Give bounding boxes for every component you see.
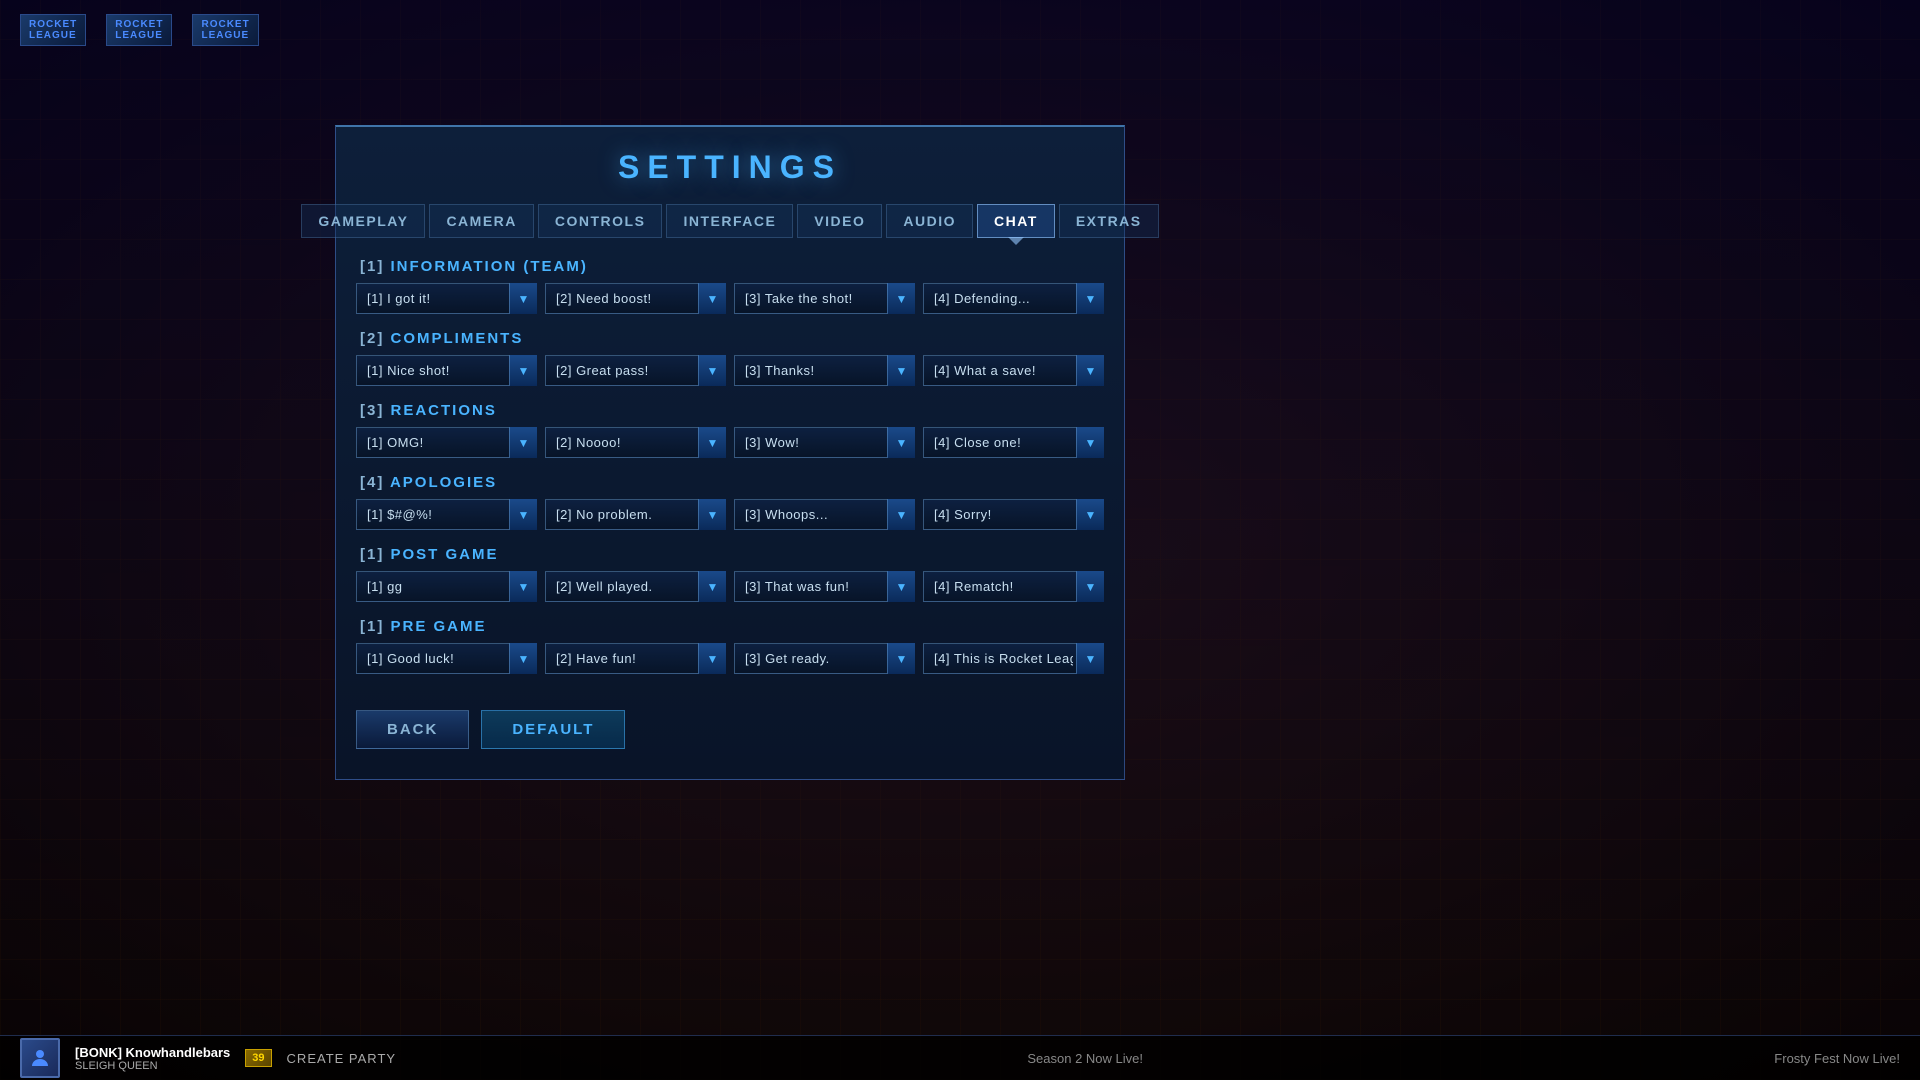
pre-dropdown-2-wrap: [2] Have fun! [2] Good luck! [2] Get rea… [545,643,726,674]
content-area: [1] INFORMATION (TEAM) [1] I got it! [1]… [336,258,1124,674]
tabs-container: GAMEPLAY CAMERA CONTROLS INTERFACE VIDEO… [336,204,1124,258]
player-subtitle: SLEIGH QUEEN [75,1060,230,1072]
apol-dropdown-1[interactable]: [1] $#@%! [1] No problem. [1] Whoops... … [356,499,537,530]
post-dropdown-4[interactable]: [4] Rematch! [4] gg [4] Well played. [4]… [923,571,1104,602]
comp-dropdowns: [1] Nice shot! [1] Great pass! [1] Thank… [356,355,1104,386]
create-party-button[interactable]: CREATE PARTY [287,1051,397,1066]
dialog-buttons: BACK DEFAULT [336,690,1124,749]
pre-dropdown-1-wrap: [1] Good luck! [1] Have fun! [1] Get rea… [356,643,537,674]
section-title-compliments: [2] COMPLIMENTS [356,330,1104,347]
pre-dropdown-3-wrap: [3] Get ready. [3] Good luck! [3] Have f… [734,643,915,674]
apol-dropdowns: [1] $#@%! [1] No problem. [1] Whoops... … [356,499,1104,530]
tab-interface[interactable]: INTERFACE [666,204,793,238]
react-dropdown-3[interactable]: [3] Wow! [3] OMG! [3] Noooo! [3] Close o… [734,427,915,458]
comp-dropdown-3[interactable]: [3] Thanks! [3] Nice shot! [3] Great pas… [734,355,915,386]
apol-dropdown-4-wrap: [4] Sorry! [4] $#@%! [4] No problem. [4]… [923,499,1104,530]
settings-dialog: SETTINGS GAMEPLAY CAMERA CONTROLS INTERF… [335,125,1125,780]
comp-dropdown-2-wrap: [2] Great pass! [2] Nice shot! [2] Thank… [545,355,726,386]
tab-controls[interactable]: CONTROLS [538,204,663,238]
apol-dropdown-2-wrap: [2] No problem. [2] $#@%! [2] Whoops... … [545,499,726,530]
pre-dropdown-1[interactable]: [1] Good luck! [1] Have fun! [1] Get rea… [356,643,537,674]
post-dropdown-2-wrap: [2] Well played. [2] gg [2] That was fun… [545,571,726,602]
info-dropdown-3-wrap: [3] Take the shot! [3] I got it! [3] Nee… [734,283,915,314]
logo-badge-2: ROCKETLEAGUE [106,14,172,46]
section-reactions: [3] REACTIONS [1] OMG! [1] Noooo! [1] Wo… [356,402,1104,458]
apol-dropdown-4[interactable]: [4] Sorry! [4] $#@%! [4] No problem. [4]… [923,499,1104,530]
post-dropdown-3-wrap: [3] That was fun! [3] gg [3] Well played… [734,571,915,602]
react-dropdowns: [1] OMG! [1] Noooo! [1] Wow! [1] Close o… [356,427,1104,458]
info-dropdown-2-wrap: [2] Need boost! [2] I got it! [2] Take t… [545,283,726,314]
tab-chat[interactable]: CHAT [977,204,1055,238]
apol-dropdown-2[interactable]: [2] No problem. [2] $#@%! [2] Whoops... … [545,499,726,530]
logo-badge-1: ROCKETLEAGUE [20,14,86,46]
apol-dropdown-1-wrap: [1] $#@%! [1] No problem. [1] Whoops... … [356,499,537,530]
section-title-information: [1] INFORMATION (TEAM) [356,258,1104,275]
comp-dropdown-3-wrap: [3] Thanks! [3] Nice shot! [3] Great pas… [734,355,915,386]
section-apologies: [4] APOLOGIES [1] $#@%! [1] No problem. … [356,474,1104,530]
info-dropdowns: [1] I got it! [1] Incoming! [1] Take the… [356,283,1104,314]
info-dropdown-4-wrap: [4] Defending... [4] I got it! [4] Need … [923,283,1104,314]
section-compliments: [2] COMPLIMENTS [1] Nice shot! [1] Great… [356,330,1104,386]
season-text: Season 2 Now Live! [1027,1051,1143,1066]
info-dropdown-3[interactable]: [3] Take the shot! [3] I got it! [3] Nee… [734,283,915,314]
frosty-text: Frosty Fest Now Live! [1774,1051,1900,1066]
comp-dropdown-4[interactable]: [4] What a save! [4] Nice shot! [4] Grea… [923,355,1104,386]
tab-audio[interactable]: AUDIO [886,204,973,238]
pre-dropdown-2[interactable]: [2] Have fun! [2] Good luck! [2] Get rea… [545,643,726,674]
bottom-left: [BONK] Knowhandlebars SLEIGH QUEEN 39 CR… [20,1038,396,1078]
player-level: 39 [245,1049,271,1067]
comp-dropdown-1-wrap: [1] Nice shot! [1] Great pass! [1] Thank… [356,355,537,386]
info-dropdown-2[interactable]: [2] Need boost! [2] I got it! [2] Take t… [545,283,726,314]
player-info: [BONK] Knowhandlebars SLEIGH QUEEN [75,1045,230,1072]
post-dropdown-1-wrap: [1] gg [1] Well played. [1] That was fun… [356,571,537,602]
post-dropdown-1[interactable]: [1] gg [1] Well played. [1] That was fun… [356,571,537,602]
player-avatar [20,1038,60,1078]
react-dropdown-4-wrap: [4] Close one! [4] OMG! [4] Noooo! [4] W… [923,427,1104,458]
pre-dropdown-3[interactable]: [3] Get ready. [3] Good luck! [3] Have f… [734,643,915,674]
tab-video[interactable]: VIDEO [797,204,882,238]
logo-badge-3: ROCKETLEAGUE [192,14,258,46]
react-dropdown-2-wrap: [2] Noooo! [2] OMG! [2] Wow! [2] Close o… [545,427,726,458]
section-title-pre-game: [1] PRE GAME [356,618,1104,635]
info-dropdown-1-wrap: [1] I got it! [1] Incoming! [1] Take the… [356,283,537,314]
dialog-title: SETTINGS [336,127,1124,204]
apol-dropdown-3-wrap: [3] Whoops... [3] $#@%! [3] No problem. … [734,499,915,530]
tab-camera[interactable]: CAMERA [429,204,533,238]
react-dropdown-3-wrap: [3] Wow! [3] OMG! [3] Noooo! [3] Close o… [734,427,915,458]
pre-dropdowns: [1] Good luck! [1] Have fun! [1] Get rea… [356,643,1104,674]
section-information-team: [1] INFORMATION (TEAM) [1] I got it! [1]… [356,258,1104,314]
section-title-post-game: [1] POST GAME [356,546,1104,563]
tab-gameplay[interactable]: GAMEPLAY [301,204,425,238]
pre-dropdown-4[interactable]: [4] This is Rocket League! [4] Good luck… [923,643,1104,674]
comp-dropdown-4-wrap: [4] What a save! [4] Nice shot! [4] Grea… [923,355,1104,386]
top-bar: ROCKETLEAGUE ROCKETLEAGUE ROCKETLEAGUE [0,0,1920,60]
comp-dropdown-2[interactable]: [2] Great pass! [2] Nice shot! [2] Thank… [545,355,726,386]
post-dropdown-2[interactable]: [2] Well played. [2] gg [2] That was fun… [545,571,726,602]
react-dropdown-4[interactable]: [4] Close one! [4] OMG! [4] Noooo! [4] W… [923,427,1104,458]
info-dropdown-1[interactable]: [1] I got it! [1] Incoming! [1] Take the… [356,283,537,314]
section-pre-game: [1] PRE GAME [1] Good luck! [1] Have fun… [356,618,1104,674]
info-dropdown-4[interactable]: [4] Defending... [4] I got it! [4] Need … [923,283,1104,314]
apol-dropdown-3[interactable]: [3] Whoops... [3] $#@%! [3] No problem. … [734,499,915,530]
default-button[interactable]: DEFAULT [481,710,625,749]
react-dropdown-1[interactable]: [1] OMG! [1] Noooo! [1] Wow! [1] Close o… [356,427,537,458]
player-name: [BONK] Knowhandlebars [75,1045,230,1060]
post-dropdown-4-wrap: [4] Rematch! [4] gg [4] Well played. [4]… [923,571,1104,602]
section-post-game: [1] POST GAME [1] gg [1] Well played. [1… [356,546,1104,602]
section-title-reactions: [3] REACTIONS [356,402,1104,419]
post-dropdown-3[interactable]: [3] That was fun! [3] gg [3] Well played… [734,571,915,602]
back-button[interactable]: BACK [356,710,469,749]
bottom-bar: [BONK] Knowhandlebars SLEIGH QUEEN 39 CR… [0,1035,1920,1080]
comp-dropdown-1[interactable]: [1] Nice shot! [1] Great pass! [1] Thank… [356,355,537,386]
react-dropdown-1-wrap: [1] OMG! [1] Noooo! [1] Wow! [1] Close o… [356,427,537,458]
post-dropdowns: [1] gg [1] Well played. [1] That was fun… [356,571,1104,602]
pre-dropdown-4-wrap: [4] This is Rocket League! [4] Good luck… [923,643,1104,674]
tab-extras[interactable]: EXTRAS [1059,204,1159,238]
react-dropdown-2[interactable]: [2] Noooo! [2] OMG! [2] Wow! [2] Close o… [545,427,726,458]
section-title-apologies: [4] APOLOGIES [356,474,1104,491]
